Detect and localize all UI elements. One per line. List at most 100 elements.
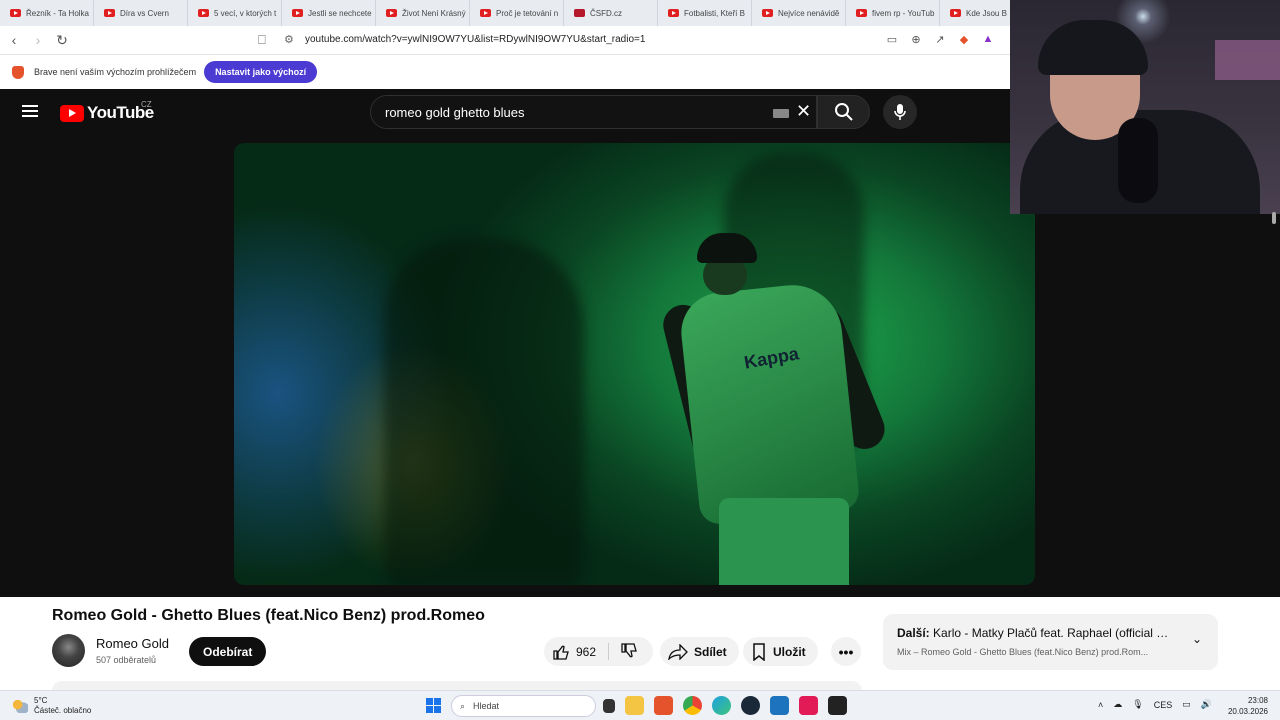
bookmark-save-icon	[753, 642, 765, 661]
app-k-icon[interactable]	[770, 696, 789, 715]
voicemeeter-icon[interactable]	[828, 696, 847, 715]
clock-time: 23:08	[1247, 696, 1268, 705]
zoom-icon[interactable]: ⊕	[908, 31, 924, 47]
more-actions-icon[interactable]: •••	[831, 637, 861, 666]
search-value: romeo gold ghetto blues	[385, 105, 525, 120]
tab-title: Život Není Krásný	[402, 8, 466, 18]
language-indicator[interactable]: CES	[1154, 700, 1173, 710]
channel-name[interactable]: Romeo Gold	[96, 636, 169, 651]
like-dislike-group: 962	[544, 637, 653, 666]
brave-browser-icon[interactable]	[654, 696, 673, 715]
taskbar-clock[interactable]: 23:08 20.03.2026	[1228, 695, 1268, 717]
tab-title: Jestli se nechcete	[308, 8, 372, 18]
site-settings-icon[interactable]: ⚙	[284, 33, 294, 46]
tab-title: Proč je tetování n	[496, 8, 559, 18]
browser-tab[interactable]: 5 vecí, v ktorých t	[188, 0, 282, 26]
youtube-icon	[480, 9, 491, 17]
volume-icon[interactable]: 🔊	[1201, 699, 1212, 710]
toolbar-actions: ▭ ⊕ ↗ ◆ ▲	[884, 31, 996, 47]
search-input[interactable]: romeo gold ghetto blues ✕	[370, 95, 817, 129]
url-field[interactable]: youtube.com/watch?v=ywlNI9OW7YU&list=RDy…	[305, 34, 645, 45]
browser-tab[interactable]: Kde Jsou B	[940, 0, 1010, 26]
clock-date: 20.03.2026	[1227, 707, 1268, 716]
browser-tab[interactable]: Jestli se nechcete	[282, 0, 376, 26]
subscriber-count: 507 odběratelů	[96, 655, 157, 665]
browser-tab[interactable]: Proč je tetování n	[470, 0, 564, 26]
default-browser-infobar: Brave není vaším výchozím prohlížečem Na…	[0, 54, 1010, 89]
video-info: Romeo Gold - Ghetto Blues (feat.Nico Ben…	[0, 597, 1280, 693]
windows-start-icon[interactable]	[426, 698, 441, 713]
file-explorer-icon[interactable]	[625, 696, 644, 715]
edge-icon[interactable]	[712, 696, 731, 715]
microphone-icon	[894, 104, 906, 120]
brave-logo-icon	[12, 65, 24, 79]
system-tray: ˄ ☁ 🎙 CES ▭ 🔊	[1098, 699, 1212, 710]
forward-icon[interactable]: ›	[28, 30, 48, 50]
youtube-icon	[856, 9, 867, 17]
save-label: Uložit	[773, 644, 806, 659]
steam-icon[interactable]	[741, 696, 760, 715]
channel-avatar[interactable]	[52, 634, 85, 667]
taskbar-search-input[interactable]: ⌕ Hledat	[451, 695, 596, 717]
dislike-button[interactable]	[620, 642, 638, 665]
like-button[interactable]: 962	[544, 643, 596, 661]
browser-tab[interactable]: Fotbalisti, Kteří B	[658, 0, 752, 26]
browser-tab[interactable]: ČSFD.cz	[564, 0, 658, 26]
video-title: Romeo Gold - Ghetto Blues (feat.Nico Ben…	[52, 607, 485, 624]
chevron-down-icon[interactable]: ⌄	[1192, 632, 1202, 646]
back-icon[interactable]: ‹	[4, 30, 24, 50]
windows-taskbar: 5°C Částeč. oblačno ⌕ Hledat ˄ ☁ 🎙 CES ▭…	[0, 690, 1280, 720]
video-player[interactable]: Kappa	[234, 143, 1035, 585]
share-icon[interactable]: ↗	[932, 31, 948, 47]
chrome-icon[interactable]	[683, 696, 702, 715]
tab-title: Kde Jsou B	[966, 8, 1007, 18]
tab-title: fivem rp - YouTub	[872, 8, 935, 18]
up-next-panel[interactable]: Další: Karlo - Matky Plačů feat. Raphael…	[883, 614, 1218, 670]
brave-shields-icon[interactable]: ◆	[956, 31, 972, 47]
browser-tab[interactable]: Život Není Krásný	[376, 0, 470, 26]
browser-tab[interactable]: Řezník - Ta Holka	[0, 0, 94, 26]
bookmark-icon[interactable]: ⎕	[258, 32, 266, 48]
tab-title: Nejvíce nenávidě	[778, 8, 840, 18]
up-next-title: Další: Karlo - Matky Plačů feat. Raphael…	[897, 626, 1177, 640]
clear-search-icon[interactable]: ✕	[796, 101, 811, 122]
reader-mode-icon[interactable]: ▭	[884, 31, 900, 47]
scrollbar-thumb[interactable]	[1272, 212, 1276, 224]
webcam-overlay	[1010, 0, 1280, 214]
search-icon	[834, 103, 853, 121]
network-cloud-icon[interactable]: ☁	[1113, 699, 1122, 710]
save-button[interactable]: Uložit	[743, 637, 818, 666]
task-view-icon[interactable]	[603, 699, 615, 713]
share-button[interactable]: Sdílet	[660, 637, 739, 666]
share-label: Sdílet	[694, 644, 727, 659]
youtube-logo[interactable]: YouTube	[60, 103, 154, 123]
infobar-text: Brave není vaším výchozím prohlížečem	[34, 67, 197, 77]
address-toolbar: ‹ › ↻ ⎕ ⚙ youtube.com/watch?v=ywlNI9OW7Y…	[0, 26, 1010, 54]
tab-title: 5 vecí, v ktorých t	[214, 8, 277, 18]
voice-search-button[interactable]	[883, 95, 917, 129]
brave-rewards-icon[interactable]: ▲	[980, 31, 996, 47]
search-button[interactable]	[817, 95, 870, 129]
weather-widget[interactable]: 5°C Částeč. oblačno	[12, 696, 91, 716]
reload-icon[interactable]: ↻	[52, 30, 72, 50]
browser-tab[interactable]: Nejvíce nenávidě	[752, 0, 846, 26]
hamburger-menu-icon[interactable]	[22, 105, 38, 117]
subscribe-button[interactable]: Odebírat	[189, 637, 267, 666]
tiktok-icon[interactable]	[799, 696, 818, 715]
youtube-icon	[762, 9, 773, 17]
share-arrow-icon	[668, 643, 688, 660]
display-icon[interactable]: ▭	[1182, 699, 1191, 710]
mix-title: Mix – Romeo Gold - Ghetto Blues (feat.Ni…	[897, 647, 1149, 657]
microphone-tray-icon[interactable]: 🎙	[1132, 699, 1143, 710]
csfd-icon	[574, 9, 585, 17]
keyboard-icon[interactable]	[773, 109, 789, 118]
country-code: CZ	[141, 100, 152, 109]
browser-tab[interactable]: fivem rp - YouTub	[846, 0, 940, 26]
tab-title: ČSFD.cz	[590, 8, 622, 18]
pinned-apps	[603, 696, 847, 715]
browser-tab[interactable]: Díra vs Cvern	[94, 0, 188, 26]
set-default-button[interactable]: Nastavit jako výchozí	[204, 61, 318, 83]
youtube-icon	[386, 9, 397, 17]
up-next-video: Karlo - Matky Plačů feat. Raphael (offic…	[933, 626, 1177, 640]
chevron-up-icon[interactable]: ˄	[1098, 700, 1103, 710]
